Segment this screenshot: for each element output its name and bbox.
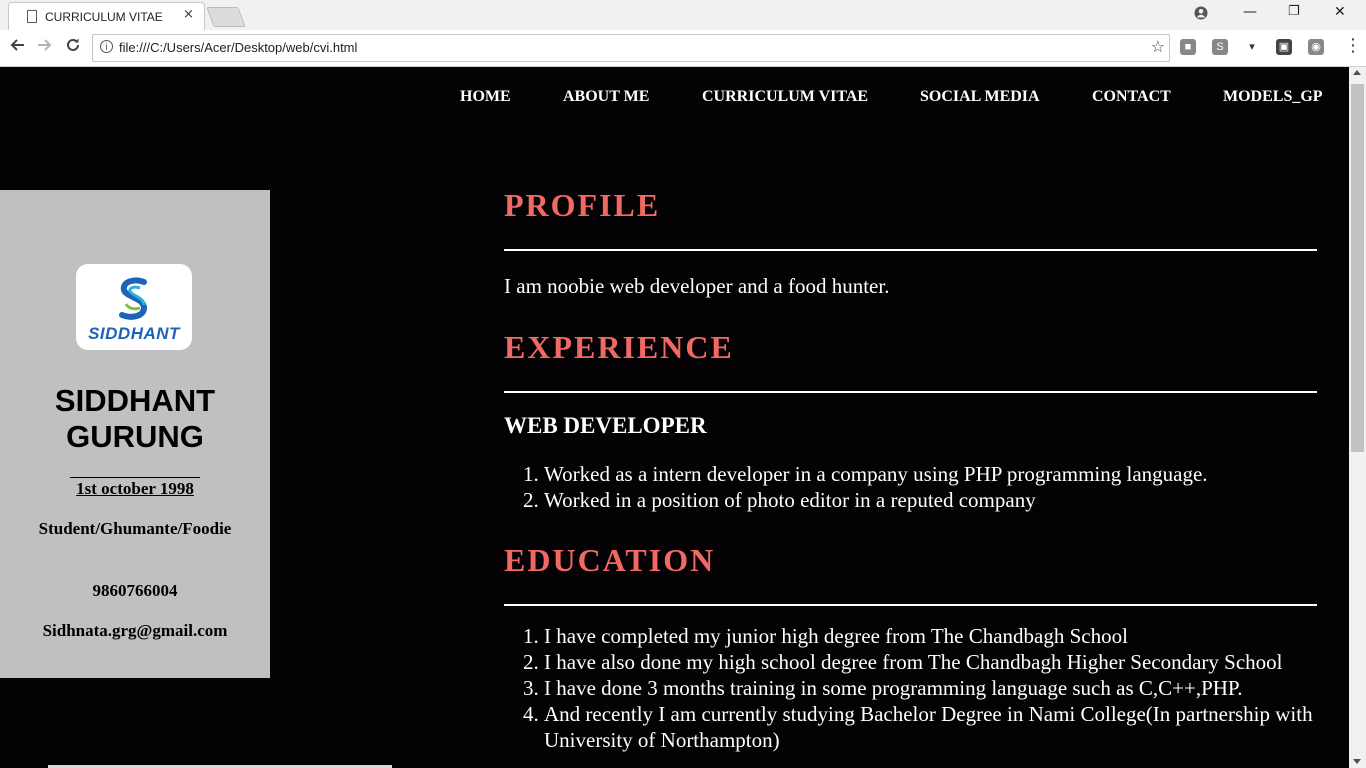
list-item: I have done 3 months training in some pr…	[544, 675, 1324, 701]
profile-sidebar: SIDDHANT SIDDHANT GURUNG 1st october 199…	[0, 190, 270, 678]
skype-extension-icon[interactable]: S	[1212, 39, 1228, 55]
logo-text: SIDDHANT	[88, 324, 180, 343]
section-title-profile: PROFILE	[504, 187, 661, 223]
new-tab-button[interactable]	[206, 7, 246, 27]
scroll-down-icon[interactable]	[1353, 759, 1361, 764]
divider	[504, 249, 1317, 251]
list-item: I have completed my junior high degree f…	[544, 623, 1324, 649]
logo-s-icon	[119, 277, 148, 320]
page-viewport: HOME ABOUT ME CURRICULUM VITAE SOCIAL ME…	[0, 67, 1349, 768]
restore-button[interactable]: ❐	[1288, 4, 1300, 19]
list-item: Worked in a position of photo editor in …	[544, 487, 1324, 513]
tab-title: CURRICULUM VITAE	[45, 10, 163, 24]
first-name: SIDDHANT	[54, 383, 216, 418]
nav-social-media[interactable]: SOCIAL MEDIA	[920, 88, 1040, 106]
nav-about-me[interactable]: ABOUT ME	[563, 88, 649, 106]
divider	[70, 477, 200, 478]
logo: SIDDHANT	[76, 264, 192, 350]
section-title-experience: EXPERIENCE	[504, 329, 734, 365]
job-title: WEB DEVELOPER	[504, 413, 707, 438]
scrollbar-thumb[interactable]	[1351, 84, 1364, 452]
list-item: I have also done my high school degree f…	[544, 649, 1324, 675]
profile-text: I am noobie web developer and a food hun…	[504, 274, 890, 298]
tagline: Student/Ghumante/Foodie	[38, 519, 232, 538]
page-icon	[27, 10, 37, 23]
extension-icon[interactable]: ■	[1180, 39, 1196, 55]
scroll-up-icon[interactable]	[1353, 70, 1361, 75]
section-title-education: EDUCATION	[504, 542, 716, 578]
date-of-birth: 1st october 1998	[76, 479, 194, 498]
browser-tab-bar: CURRICULUM VITAE × — ❐ ✕	[0, 0, 1366, 31]
phone-number: 9860766004	[92, 581, 178, 600]
reload-icon[interactable]	[65, 37, 81, 58]
list-item: And recently I am currently studying Bac…	[544, 701, 1324, 753]
list-item: Worked as a intern developer in a compan…	[544, 461, 1324, 487]
info-icon[interactable]: i	[100, 40, 113, 53]
close-window-button[interactable]: ✕	[1334, 4, 1346, 20]
nav-contact[interactable]: CONTACT	[1092, 88, 1171, 106]
account-icon[interactable]	[1194, 6, 1208, 24]
minimize-button[interactable]: —	[1243, 4, 1257, 20]
address-bar[interactable]: i file:///C:/Users/Acer/Desktop/web/cvi.…	[92, 34, 1170, 62]
extension-icon[interactable]: ▣	[1276, 39, 1292, 55]
browser-tab[interactable]: CURRICULUM VITAE ×	[8, 2, 205, 31]
nav-models-gp[interactable]: MODELS_GP	[1223, 88, 1323, 106]
nav-curriculum-vitae[interactable]: CURRICULUM VITAE	[702, 88, 868, 106]
divider	[504, 391, 1317, 393]
tab-close-icon[interactable]: ×	[183, 7, 194, 22]
browser-toolbar: i file:///C:/Users/Acer/Desktop/web/cvi.…	[0, 30, 1366, 67]
nav-home[interactable]: HOME	[460, 88, 511, 106]
divider	[504, 604, 1317, 606]
back-icon[interactable]	[9, 37, 25, 58]
experience-list: Worked as a intern developer in a compan…	[504, 461, 1324, 513]
last-name: GURUNG	[66, 419, 204, 454]
star-icon[interactable]: ☆	[1151, 37, 1165, 56]
education-list: I have completed my junior high degree f…	[504, 623, 1324, 753]
menu-icon[interactable]: ⋮	[1344, 35, 1362, 56]
url-text[interactable]: file:///C:/Users/Acer/Desktop/web/cvi.ht…	[119, 40, 357, 55]
email-address: Sidhnata.grg@gmail.com	[42, 621, 228, 640]
camera-icon[interactable]: ◉	[1308, 39, 1324, 55]
forward-icon[interactable]	[37, 37, 53, 58]
person-name: SIDDHANT GURUNG	[0, 383, 270, 455]
vertical-scrollbar[interactable]	[1349, 67, 1366, 768]
extension-icon[interactable]: ▾	[1244, 39, 1260, 55]
